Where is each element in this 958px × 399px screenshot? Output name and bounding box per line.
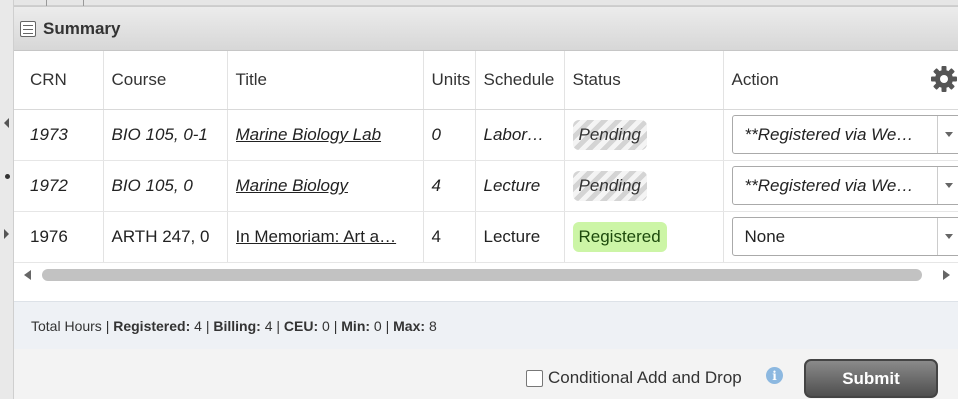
- action-select[interactable]: **Registered via We…: [731, 166, 958, 205]
- cell-schedule: Labor…: [475, 109, 565, 161]
- ceu-value: 0: [322, 318, 330, 334]
- summary-table: CRN Course Title Units Schedule Status A…: [14, 51, 958, 263]
- cell-crn: 1976: [14, 211, 104, 263]
- scroll-right-icon[interactable]: [943, 269, 950, 280]
- column-header-course[interactable]: Course: [103, 51, 228, 110]
- cell-course: ARTH 247, 0: [103, 211, 228, 263]
- chevron-down-icon[interactable]: [936, 116, 958, 153]
- action-select[interactable]: **Registered via We…: [731, 115, 958, 154]
- max-value: 8: [428, 318, 437, 334]
- action-select-value: **Registered via We…: [744, 124, 914, 144]
- header-row: CRN Course Title Units Schedule Status A…: [14, 51, 958, 110]
- cell-action: **Registered via We…: [723, 109, 958, 161]
- status-badge: Registered: [572, 221, 667, 252]
- billing-label: Billing:: [213, 318, 261, 334]
- splitter-right-arrow-icon[interactable]: [4, 229, 9, 239]
- action-select[interactable]: None: [731, 217, 958, 256]
- table-row: 1972 BIO 105, 0 Marine Biology 4 Lecture…: [14, 160, 958, 212]
- cell-action: None: [723, 211, 958, 263]
- scrollbar-thumb[interactable]: [42, 268, 922, 281]
- horizontal-scrollbar[interactable]: [14, 262, 958, 287]
- column-header-status[interactable]: Status: [564, 51, 724, 110]
- course-title-link[interactable]: Marine Biology Lab: [236, 125, 423, 145]
- info-icon[interactable]: i: [766, 367, 783, 384]
- table-row: 1976 ARTH 247, 0 In Memoriam: Art a… 4 L…: [14, 211, 958, 263]
- conditional-add-drop-label[interactable]: Conditional Add and Drop: [548, 368, 742, 388]
- cell-units: 0: [423, 109, 476, 161]
- left-splitter[interactable]: [0, 0, 14, 399]
- column-header-title[interactable]: Title: [227, 51, 424, 110]
- cell-status: Pending: [564, 160, 724, 212]
- total-hours-label: Total Hours |: [31, 318, 114, 334]
- min-label: Min:: [341, 318, 371, 334]
- bottom-action-bar: Conditional Add and Drop i Submit: [14, 349, 958, 399]
- cell-status: Registered: [564, 211, 724, 263]
- total-hours-bar: Total Hours | Registered: 4 | Billing: 4…: [14, 301, 958, 350]
- column-header-schedule[interactable]: Schedule: [475, 51, 565, 110]
- chevron-down-icon[interactable]: [936, 218, 958, 255]
- cell-title: Marine Biology Lab: [227, 109, 424, 161]
- column-header-action: Action: [723, 51, 958, 110]
- cell-units: 4: [423, 211, 476, 263]
- cell-course: BIO 105, 0-1: [103, 109, 228, 161]
- cell-title: Marine Biology: [227, 160, 424, 212]
- table-row: 1973 BIO 105, 0-1 Marine Biology Lab 0 L…: [14, 109, 958, 161]
- cell-crn: 1973: [14, 109, 104, 161]
- action-select-value: None: [744, 226, 786, 246]
- billing-value: 4: [264, 318, 273, 334]
- cell-units: 4: [423, 160, 476, 212]
- splitter-grip-icon: [5, 174, 10, 179]
- scroll-left-icon[interactable]: [24, 269, 31, 280]
- cell-action: **Registered via We…: [723, 160, 958, 212]
- submit-button[interactable]: Submit: [804, 359, 938, 398]
- course-title-link[interactable]: In Memoriam: Art a…: [236, 227, 423, 247]
- cell-title: In Memoriam: Art a…: [227, 211, 424, 263]
- status-badge: Pending: [572, 170, 647, 201]
- gear-icon[interactable]: [930, 65, 958, 93]
- conditional-add-drop-checkbox[interactable]: [526, 369, 543, 387]
- registered-label: Registered:: [113, 318, 191, 334]
- registered-value: 4: [194, 318, 202, 334]
- cell-status: Pending: [564, 109, 724, 161]
- cell-course: BIO 105, 0: [103, 160, 228, 212]
- cell-schedule: Lecture: [475, 160, 565, 212]
- column-header-units[interactable]: Units: [423, 51, 476, 110]
- splitter-left-arrow-icon[interactable]: [4, 118, 9, 128]
- column-header-crn[interactable]: CRN: [14, 51, 104, 110]
- ceu-label: CEU:: [283, 318, 319, 334]
- status-badge: Pending: [572, 119, 647, 150]
- panel-title: Summary: [43, 18, 121, 38]
- max-label: Max:: [393, 318, 426, 334]
- column-header-action-label[interactable]: Action: [732, 70, 779, 89]
- summary-icon: [20, 20, 36, 37]
- action-select-value: **Registered via We…: [744, 175, 914, 195]
- summary-panel: Summary CRN Course Title Units Schedule …: [14, 6, 958, 350]
- course-title-link[interactable]: Marine Biology: [236, 176, 423, 196]
- conditional-add-drop[interactable]: Conditional Add and Drop: [526, 368, 742, 388]
- cell-schedule: Lecture: [475, 211, 565, 263]
- panel-header: Summary: [14, 7, 958, 51]
- cell-crn: 1972: [14, 160, 104, 212]
- min-value: 0: [373, 318, 382, 334]
- chevron-down-icon[interactable]: [936, 167, 958, 204]
